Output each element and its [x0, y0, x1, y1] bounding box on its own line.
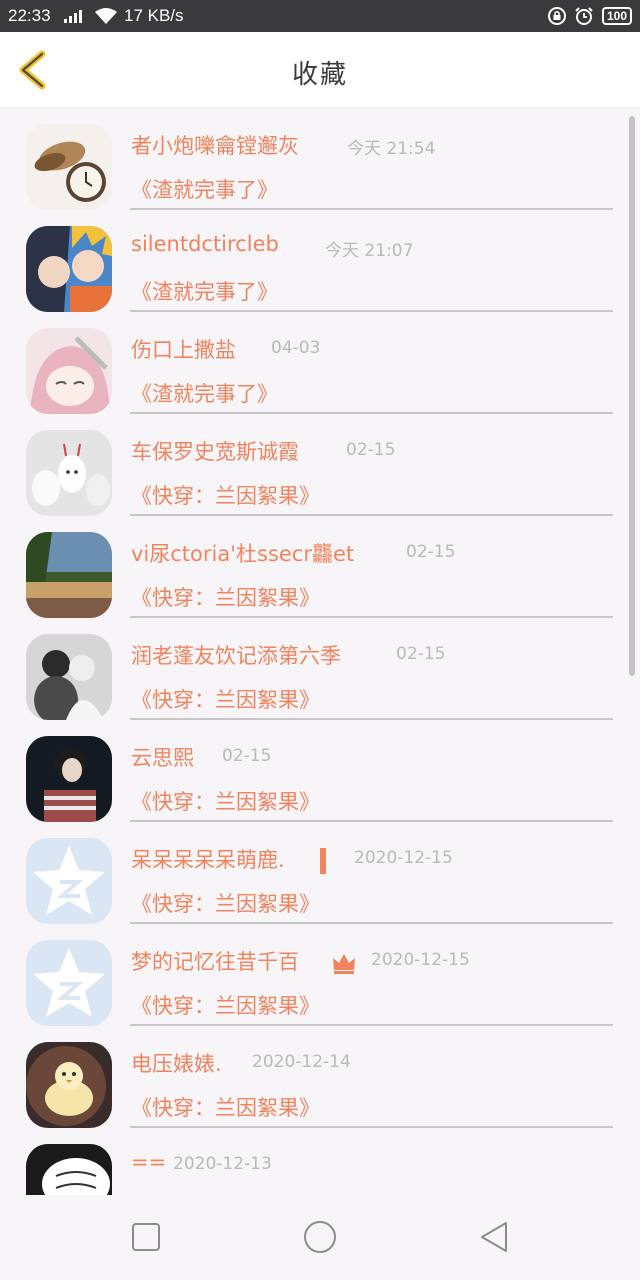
header-bar: 收藏: [0, 32, 640, 108]
divider: [130, 1024, 613, 1026]
avatar[interactable]: [26, 1144, 112, 1195]
user-name: 电压婊婊.: [131, 1052, 222, 1076]
triangle-back-icon[interactable]: [476, 1219, 512, 1255]
timestamp: 04-03: [271, 338, 321, 358]
favorite-row[interactable]: == 2020-12-13: [0, 1134, 640, 1195]
favorite-row[interactable]: 车保罗史宽斯诚霞 02-15 《快穿：兰因絮果》: [0, 420, 640, 522]
timestamp: 02-15: [222, 746, 272, 766]
divider: [130, 208, 613, 210]
timestamp: 2020-12-14: [252, 1052, 351, 1072]
favorite-row[interactable]: vi尿ctoria'杜ssecr龘et 02-15 《快穿：兰因絮果》: [0, 522, 640, 624]
user-name: 云思熙: [131, 746, 194, 770]
status-bar: 22:33 17 KB/s 100: [0, 0, 640, 32]
favorite-row[interactable]: 伤口上撒盐 04-03 《渣就完事了》: [0, 318, 640, 420]
user-name: 润老蓬友饮记添第六季: [131, 644, 341, 668]
divider: [130, 412, 613, 414]
page-title: 收藏: [291, 60, 348, 90]
book-title: 《快穿：兰因絮果》: [131, 586, 320, 610]
timestamp: 2020-12-15: [371, 950, 470, 970]
scrollbar[interactable]: [629, 116, 635, 676]
avatar[interactable]: [26, 940, 112, 1026]
crown-icon: [333, 954, 355, 974]
avatar[interactable]: [26, 1042, 112, 1128]
favorite-row[interactable]: 呆呆呆呆呆萌鹿. 2020-12-15 《快穿：兰因絮果》: [0, 828, 640, 930]
timestamp: 02-15: [406, 542, 456, 562]
user-name: 梦的记忆往昔千百: [131, 950, 299, 974]
book-title: 《快穿：兰因絮果》: [131, 484, 320, 508]
alarm-icon: [575, 7, 593, 25]
avatar[interactable]: [26, 124, 112, 210]
network-speed: 17 KB/s: [124, 6, 184, 25]
avatar[interactable]: [26, 838, 112, 924]
avatar[interactable]: [26, 532, 112, 618]
favorite-row[interactable]: silentdctircleb 今天 21:07 《渣就完事了》: [0, 216, 640, 318]
favorite-row[interactable]: 电压婊婊. 2020-12-14 《快穿：兰因絮果》: [0, 1032, 640, 1134]
divider: [130, 922, 613, 924]
status-time: 22:33: [8, 6, 51, 25]
signal-icon: [64, 8, 82, 23]
battery-icon: 100: [601, 7, 632, 25]
system-nav-bar: [0, 1195, 640, 1280]
user-name: silentdctircleb: [131, 232, 279, 256]
favorites-list[interactable]: 者小炮嚛龠镗邂灰 今天 21:54 《渣就完事了》 silentdctircle…: [0, 108, 640, 1195]
favorite-row[interactable]: 润老蓬友饮记添第六季 02-15 《快穿：兰因絮果》: [0, 624, 640, 726]
favorite-row[interactable]: 者小炮嚛龠镗邂灰 今天 21:54 《渣就完事了》: [0, 114, 640, 216]
timestamp: 今天 21:54: [347, 139, 436, 159]
circle-icon[interactable]: [302, 1219, 338, 1255]
divider: [130, 514, 613, 516]
divider: [130, 1126, 613, 1128]
user-name: 者小炮嚛龠镗邂灰: [131, 134, 299, 158]
favorite-row[interactable]: 梦的记忆往昔千百 2020-12-15 《快穿：兰因絮果》: [0, 930, 640, 1032]
bar-mark-icon: [320, 848, 326, 874]
divider: [130, 616, 613, 618]
book-title: 《快穿：兰因絮果》: [131, 892, 320, 916]
book-title: 《渣就完事了》: [131, 178, 278, 202]
timestamp: 今天 21:07: [325, 241, 414, 261]
book-title: 《快穿：兰因絮果》: [131, 1096, 320, 1120]
avatar[interactable]: [26, 226, 112, 312]
avatar[interactable]: [26, 736, 112, 822]
book-title: 《快穿：兰因絮果》: [131, 688, 320, 712]
timestamp: 02-15: [346, 440, 396, 460]
avatar[interactable]: [26, 634, 112, 720]
timestamp: 2020-12-13: [173, 1154, 272, 1174]
book-title: 《快穿：兰因絮果》: [131, 994, 320, 1018]
square-icon[interactable]: [128, 1219, 164, 1255]
lock-icon: [547, 7, 566, 25]
user-name: ==: [131, 1150, 167, 1174]
user-name: 呆呆呆呆呆萌鹿.: [131, 848, 285, 872]
user-name: vi尿ctoria'杜ssecr龘et: [131, 542, 355, 566]
divider: [130, 820, 613, 822]
book-title: 《快穿：兰因絮果》: [131, 790, 320, 814]
divider: [130, 310, 613, 312]
book-title: 《渣就完事了》: [131, 382, 278, 406]
user-name: 车保罗史宽斯诚霞: [131, 440, 299, 464]
timestamp: 02-15: [396, 644, 446, 664]
avatar[interactable]: [26, 430, 112, 516]
avatar[interactable]: [26, 328, 112, 414]
book-title: 《渣就完事了》: [131, 280, 278, 304]
wifi-icon: [95, 8, 117, 24]
timestamp: 2020-12-15: [354, 848, 453, 868]
divider: [130, 718, 613, 720]
favorite-row[interactable]: 云思熙 02-15 《快穿：兰因絮果》: [0, 726, 640, 828]
user-name: 伤口上撒盐: [131, 338, 236, 362]
